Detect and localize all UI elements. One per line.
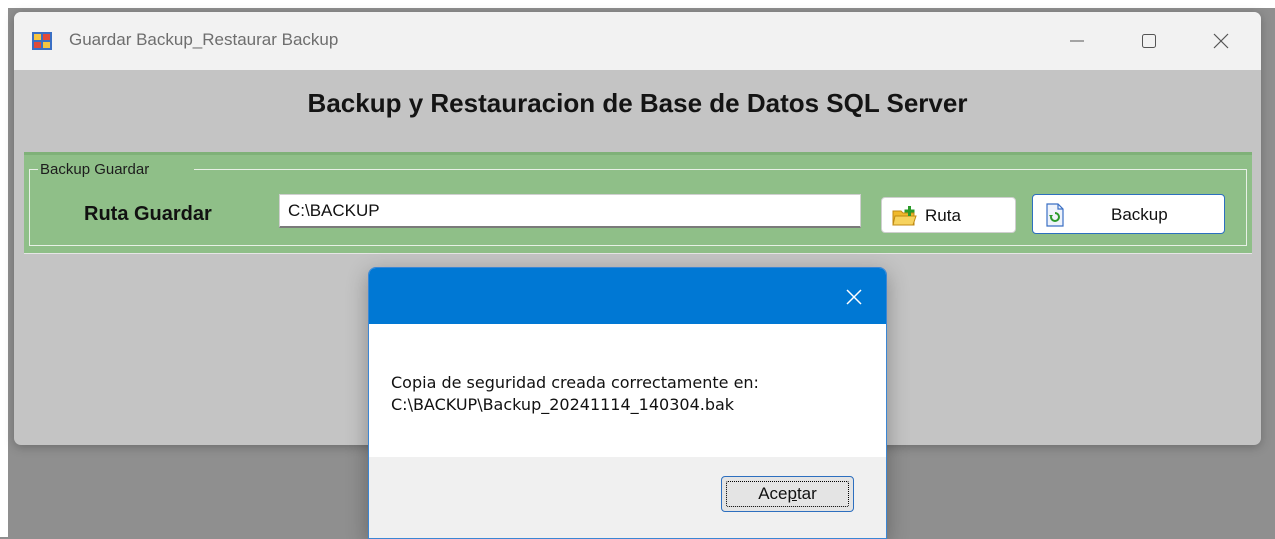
maximize-button[interactable] xyxy=(1119,12,1179,70)
background-strip-top xyxy=(0,0,1275,8)
backup-button[interactable]: Backup xyxy=(1032,194,1225,234)
maximize-icon xyxy=(1142,34,1156,48)
dialog-close-button[interactable] xyxy=(839,282,869,312)
backup-button-label: Backup xyxy=(1111,205,1168,224)
focus-rectangle xyxy=(726,481,849,507)
ruta-button-label: Ruta xyxy=(925,206,961,225)
dialog-message-line1: Copia de seguridad creada correctamente … xyxy=(391,373,759,392)
window-title: Guardar Backup_Restaurar Backup xyxy=(69,30,339,49)
backup-groupbox: Backup Guardar Ruta Guardar Ruta Backup xyxy=(24,152,1252,254)
ruta-button[interactable]: Ruta xyxy=(881,197,1016,233)
minimize-icon xyxy=(1070,40,1084,42)
backup-document-icon xyxy=(1046,203,1064,227)
message-dialog: Copia de seguridad creada correctamente … xyxy=(368,267,887,539)
form-heading: Backup y Restauracion de Base de Datos S… xyxy=(307,88,968,118)
dialog-footer: Aceptar xyxy=(369,457,886,538)
accept-button[interactable]: Aceptar xyxy=(721,476,854,512)
dialog-message: Copia de seguridad creada correctamente … xyxy=(391,372,759,416)
minimize-button[interactable] xyxy=(1047,12,1107,70)
folder-add-icon xyxy=(892,206,917,226)
close-button[interactable] xyxy=(1191,12,1251,70)
dialog-titlebar[interactable] xyxy=(369,268,886,324)
close-icon xyxy=(1213,33,1229,49)
app-icon xyxy=(32,32,52,50)
window-titlebar[interactable]: Guardar Backup_Restaurar Backup xyxy=(14,12,1261,70)
dialog-message-line2: C:\BACKUP\Backup_20241114_140304.bak xyxy=(391,395,735,414)
groupbox-frame-top-left xyxy=(29,169,38,170)
groupbox-legend: Backup Guardar xyxy=(40,161,150,178)
path-label: Ruta Guardar xyxy=(84,203,212,225)
groupbox-frame-top-right xyxy=(194,169,1246,170)
dialog-close-icon xyxy=(846,289,862,305)
background-strip-left xyxy=(0,0,8,537)
path-input[interactable] xyxy=(279,194,861,228)
